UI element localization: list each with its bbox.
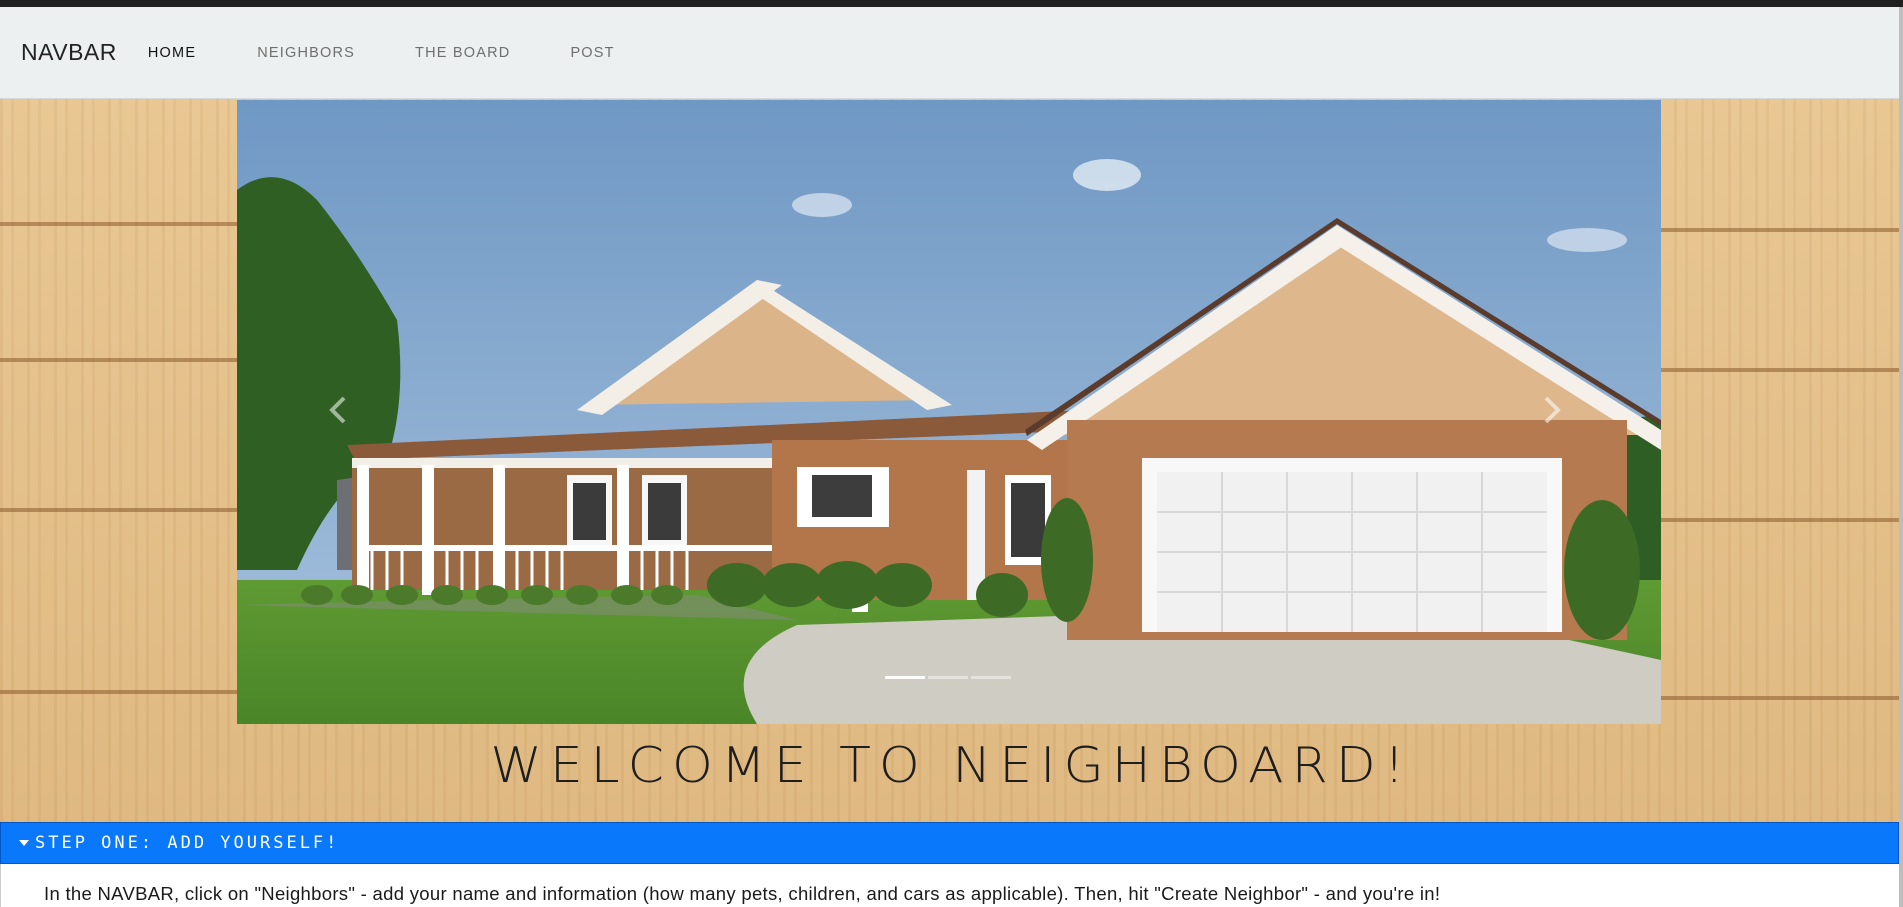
- carousel-prev-icon[interactable]: [318, 390, 358, 430]
- nav-link-neighbors[interactable]: NEIGHBORS: [257, 45, 355, 61]
- browser-top-bar: [0, 0, 1903, 7]
- nav-link-home[interactable]: HOME: [148, 45, 196, 61]
- hero-carousel: [237, 100, 1661, 724]
- carousel-indicator-3[interactable]: [971, 676, 1011, 679]
- carousel-indicators: [885, 676, 1011, 679]
- plank-divider: [1661, 518, 1903, 522]
- nav-link-post[interactable]: POST: [570, 45, 614, 61]
- plank-divider: [0, 508, 237, 512]
- plank-divider: [1661, 696, 1903, 700]
- welcome-heading: WELCOME TO NEIGHBOARD!: [490, 737, 1413, 795]
- carousel-indicator-2[interactable]: [928, 676, 968, 679]
- accordion-title: STEP ONE: ADD YOURSELF!: [35, 833, 340, 853]
- plank-divider: [0, 222, 237, 226]
- plank-divider: [1661, 228, 1903, 232]
- accordion-body-text: In the NAVBAR, click on "Neighbors" - ad…: [44, 883, 1441, 904]
- navbar: NAVBAR HOME NEIGHBORS THE BOARD POST: [0, 7, 1899, 99]
- plank-divider: [1661, 368, 1903, 372]
- plank-divider: [0, 358, 237, 362]
- caret-down-icon: [19, 840, 29, 846]
- house-photo: [237, 100, 1661, 724]
- carousel-next-icon[interactable]: [1532, 390, 1572, 430]
- carousel-indicator-1[interactable]: [885, 676, 925, 679]
- accordion-step-one-header[interactable]: STEP ONE: ADD YOURSELF!: [0, 822, 1899, 864]
- nav-link-the-board[interactable]: THE BOARD: [415, 45, 510, 61]
- navbar-brand[interactable]: NAVBAR: [21, 39, 117, 66]
- accordion-step-one-body: In the NAVBAR, click on "Neighbors" - ad…: [0, 864, 1899, 907]
- plank-divider: [0, 690, 237, 694]
